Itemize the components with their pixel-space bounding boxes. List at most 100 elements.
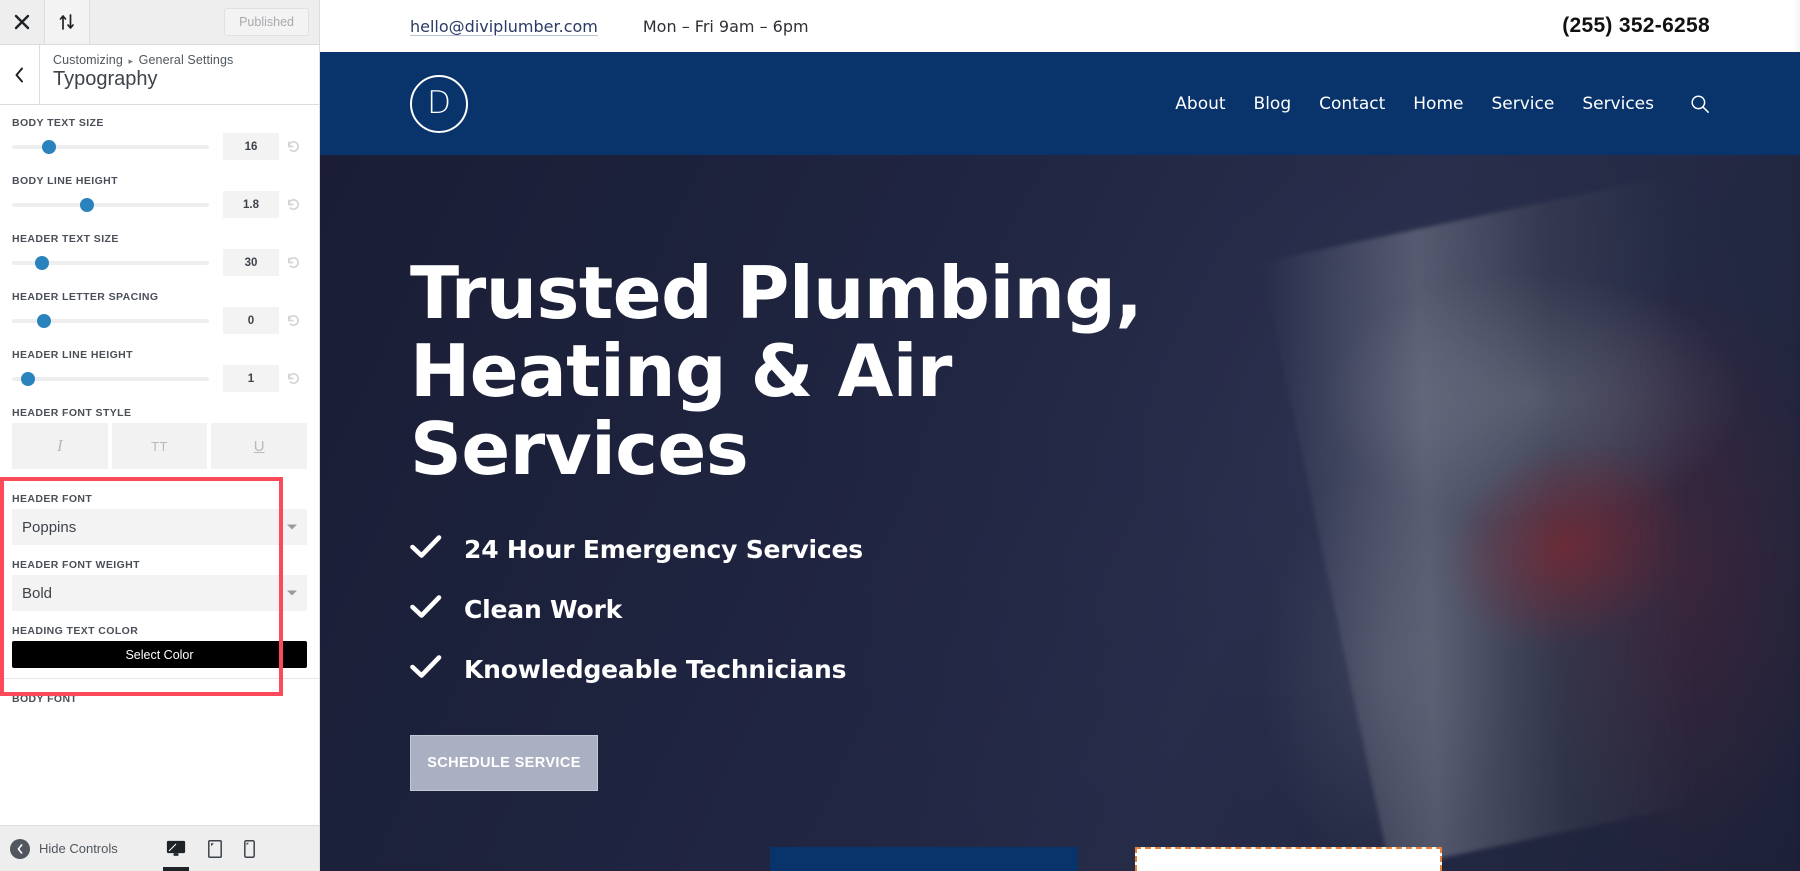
slider-row: 16: [12, 133, 307, 163]
publish-button[interactable]: Published: [224, 8, 309, 36]
slider-track[interactable]: [12, 197, 209, 212]
list-item-label: Clean Work: [464, 595, 623, 625]
reset-icon[interactable]: [279, 255, 307, 270]
control-header-letter-spacing: HEADER LETTER SPACING 0: [0, 279, 319, 337]
chevron-left-circle-icon: [10, 838, 30, 859]
slider-track[interactable]: [12, 371, 209, 386]
control-label: HEADER TEXT SIZE: [12, 233, 119, 245]
nav-item-about[interactable]: About: [1175, 94, 1225, 114]
uppercase-button[interactable]: TT: [111, 423, 208, 469]
slider-knob[interactable]: [79, 197, 94, 212]
slider-track[interactable]: [12, 313, 209, 328]
hero-content: Trusted Plumbing, Heating & Air Services…: [320, 155, 1800, 792]
bottom-dashed-strip: [1135, 847, 1442, 871]
customizer-topbar: Published: [0, 0, 319, 45]
slider-row: 0: [12, 307, 307, 337]
nav-item-service[interactable]: Service: [1491, 94, 1554, 114]
control-label: BODY TEXT SIZE: [12, 117, 104, 129]
check-icon: [410, 654, 442, 685]
select-color-button[interactable]: Select Color: [12, 641, 307, 668]
slider-value[interactable]: 30: [223, 249, 279, 276]
schedule-service-button[interactable]: SCHEDULE SERVICE: [410, 735, 598, 792]
header-font-select[interactable]: Poppins: [12, 509, 307, 545]
slider-value[interactable]: 0: [223, 307, 279, 334]
control-label: HEADER FONT: [12, 493, 93, 505]
customizer-footer: Hide Controls: [0, 825, 319, 871]
section-titles: Customizing ▸ General Settings Typograph…: [40, 45, 319, 104]
breadcrumb: Customizing ▸ General Settings: [53, 53, 319, 67]
page-title: Typography: [53, 68, 158, 90]
nav-item-blog[interactable]: Blog: [1254, 94, 1292, 114]
uppercase-icon: TT: [151, 438, 168, 454]
header-font-weight-select[interactable]: Bold: [12, 575, 307, 611]
tablet-icon[interactable]: [208, 839, 222, 858]
control-header-font-weight: HEADER FONT WEIGHT Bold: [0, 547, 319, 611]
underline-button[interactable]: U: [211, 423, 308, 469]
hide-controls-button[interactable]: Hide Controls: [10, 838, 118, 859]
mobile-icon[interactable]: [244, 839, 255, 858]
nav-item-home[interactable]: Home: [1413, 94, 1463, 114]
slider-value[interactable]: 1.8: [223, 191, 279, 218]
control-header-text-size: HEADER TEXT SIZE 30: [0, 221, 319, 279]
list-item: Clean Work: [410, 594, 1800, 625]
customizer-section-header: Customizing ▸ General Settings Typograph…: [0, 45, 319, 105]
font-style-buttons: I TT U: [12, 423, 308, 475]
hero-heading-line2: Heating & Air Services: [410, 328, 952, 491]
app-root: Published Customizing ▸ General Settings…: [0, 0, 1800, 871]
check-icon: [410, 534, 442, 565]
slider-knob[interactable]: [42, 139, 57, 154]
slider-track[interactable]: [12, 139, 209, 154]
control-label: HEADING TEXT COLOR: [12, 625, 139, 637]
desktop-icon[interactable]: [166, 840, 186, 857]
close-icon[interactable]: [0, 0, 45, 44]
control-label: HEADER LINE HEIGHT: [12, 349, 133, 361]
logo[interactable]: D: [410, 74, 468, 133]
site-navbar: D About Blog Contact Home Service Servic…: [320, 52, 1800, 155]
slider-value[interactable]: 16: [223, 133, 279, 160]
site-topbar: hello@diviplumber.com Mon – Fri 9am – 6p…: [320, 0, 1800, 52]
list-item-label: Knowledgeable Technicians: [464, 655, 847, 685]
list-item-label: 24 Hour Emergency Services: [464, 535, 863, 565]
control-label: HEADER LETTER SPACING: [12, 291, 159, 303]
breadcrumb-root: Customizing: [53, 53, 123, 67]
phone-number[interactable]: (255) 352-6258: [1562, 14, 1710, 38]
control-header-font-style: HEADER FONT STYLE I TT U: [0, 395, 319, 475]
collapse-sidebar-icon[interactable]: [45, 0, 90, 44]
hero-bullet-list: 24 Hour Emergency Services Clean Work Kn…: [410, 534, 1800, 685]
header-font-weight-value: Bold: [22, 584, 53, 602]
hero-section: Trusted Plumbing, Heating & Air Services…: [320, 155, 1800, 871]
device-preview-switcher: [166, 839, 310, 858]
slider-row: 1.8: [12, 191, 307, 221]
hero-heading: Trusted Plumbing, Heating & Air Services: [410, 254, 1310, 491]
list-item: Knowledgeable Technicians: [410, 654, 1800, 685]
reset-icon[interactable]: [279, 197, 307, 212]
bottom-blue-strip: [770, 847, 1078, 871]
chevron-left-icon[interactable]: [0, 45, 40, 104]
slider-track[interactable]: [12, 255, 209, 270]
control-header-line-height: HEADER LINE HEIGHT 1: [0, 337, 319, 395]
chevron-down-icon: [287, 524, 297, 530]
reset-icon[interactable]: [279, 371, 307, 386]
italic-icon: I: [57, 436, 63, 455]
slider-knob[interactable]: [36, 313, 51, 328]
slider-knob[interactable]: [20, 371, 35, 386]
search-icon[interactable]: [1690, 94, 1710, 114]
control-heading-text-color: HEADING TEXT COLOR Select Color: [0, 613, 319, 668]
control-body-text-size: BODY TEXT SIZE 16: [0, 105, 319, 163]
slider-knob[interactable]: [34, 255, 49, 270]
nav-item-contact[interactable]: Contact: [1319, 94, 1385, 114]
business-hours: Mon – Fri 9am – 6pm: [642, 16, 809, 36]
reset-icon[interactable]: [279, 139, 307, 154]
nav-item-services[interactable]: Services: [1582, 94, 1654, 114]
slider-value[interactable]: 1: [223, 365, 279, 392]
italic-button[interactable]: I: [12, 423, 108, 469]
hide-controls-label: Hide Controls: [39, 841, 118, 856]
reset-icon[interactable]: [279, 313, 307, 328]
control-header-font: HEADER FONT Poppins: [0, 475, 319, 545]
control-body-font: BODY FONT: [0, 679, 319, 709]
chevron-down-icon: [287, 590, 297, 596]
wp-customizer-sidebar: Published Customizing ▸ General Settings…: [0, 0, 320, 871]
site-topbar-left: hello@diviplumber.com Mon – Fri 9am – 6p…: [410, 17, 809, 36]
email-link[interactable]: hello@diviplumber.com: [410, 17, 598, 36]
check-icon: [410, 594, 442, 625]
